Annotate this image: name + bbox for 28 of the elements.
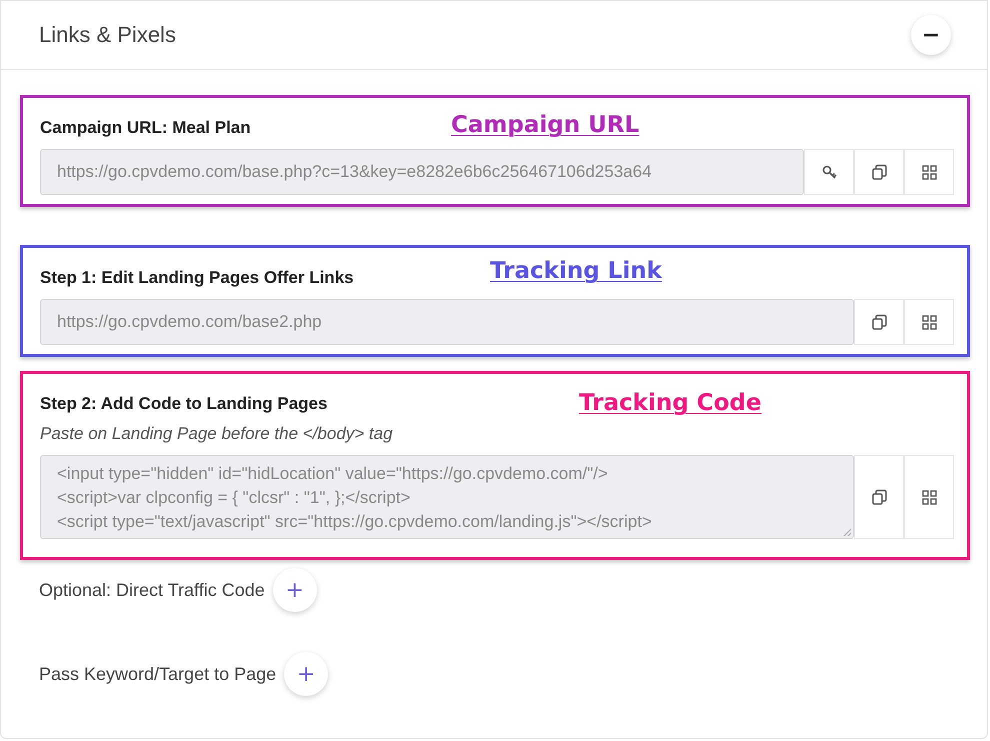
option-label: Optional: Direct Traffic Code [39,580,265,600]
url-field[interactable]: https://go.cpvdemo.com/base2.php [40,299,854,345]
panel-title: Links & Pixels [39,22,176,48]
annotation-label: Campaign URL [451,112,640,138]
hint-text: Paste on Landing Page before the </body> tag [40,424,393,444]
copy-icon [870,314,888,330]
grid-icon [920,488,938,506]
key-button[interactable] [804,149,854,195]
copy-icon [870,164,888,180]
field-label: Step 2: Add Code to Landing Pages [40,394,328,414]
grid-icon [920,314,938,330]
option-label: Pass Keyword/Target to Page [39,664,276,684]
field-label: Campaign URL: Meal Plan [40,118,251,138]
add-button[interactable]: + [284,652,328,696]
key-icon [820,164,838,180]
grid-icon [920,164,938,180]
annotation-label: Tracking Code [579,390,762,416]
copy-button[interactable] [854,299,904,345]
field-label: Step 1: Edit Landing Pages Offer Links [40,268,354,288]
code-field[interactable]: <input type="hidden" id="hidLocation" value="https://go.cpvdemo.com/"/> <script>var clpconfig = { "clcsr" : "1", };</script> <script type="text/javascript" src="https://go.cpvdemo.com/landing.js"></script> [40,455,854,539]
annotation-label: Tracking Link [490,258,662,284]
copy-icon [870,488,888,506]
copy-button[interactable] [854,149,904,195]
collapse-button[interactable]: − [911,15,951,55]
url-field[interactable]: https://go.cpvdemo.com/base.php?c=13&key=e8282e6b6c256467106d253a64 [40,149,804,195]
add-button[interactable]: + [272,568,317,612]
grid-button[interactable] [904,149,954,195]
grid-button[interactable] [904,299,954,345]
